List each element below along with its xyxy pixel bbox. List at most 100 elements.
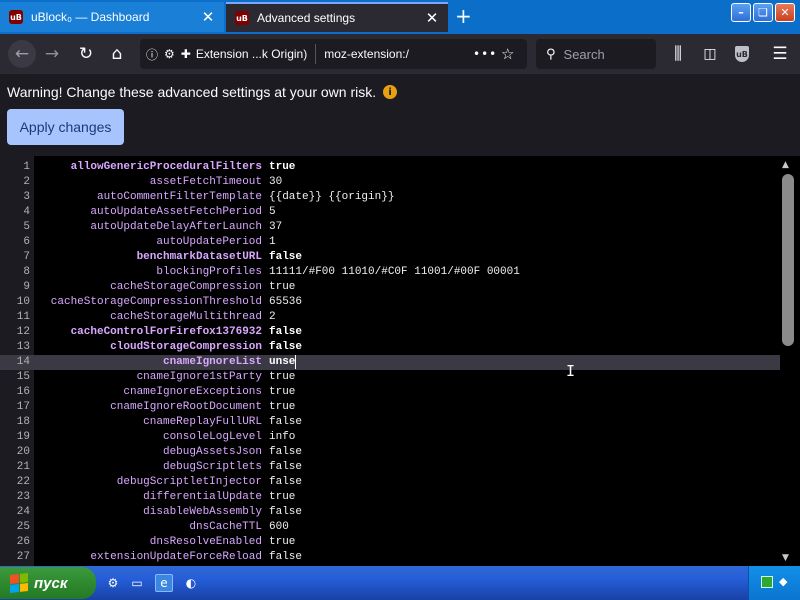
- setting-value[interactable]: true: [269, 535, 295, 550]
- search-input[interactable]: ⚲ Search: [536, 39, 656, 69]
- setting-value[interactable]: unse: [269, 355, 295, 370]
- setting-value[interactable]: {{date}} {{origin}}: [269, 190, 394, 205]
- explorer-icon[interactable]: ⚙: [104, 574, 122, 592]
- info-circle-icon[interactable]: ⓘ: [146, 46, 158, 63]
- setting-value[interactable]: false: [269, 340, 302, 355]
- setting-row[interactable]: 27 extensionUpdateForceReload false: [0, 550, 780, 565]
- scrollbar-thumb[interactable]: [782, 174, 794, 346]
- text-cursor-icon: I: [566, 362, 576, 380]
- internet-explorer-icon[interactable]: e: [155, 574, 173, 592]
- setting-row[interactable]: 6 autoUpdatePeriod 1: [0, 235, 780, 250]
- bookmark-star-icon[interactable]: ☆: [501, 45, 514, 63]
- setting-value[interactable]: false: [269, 445, 302, 460]
- setting-row[interactable]: 10 cacheStorageCompressionThreshold 65536: [0, 295, 780, 310]
- setting-row[interactable]: 22 debugScriptletInjector false: [0, 475, 780, 490]
- line-number: 23: [16, 491, 30, 503]
- url-bar[interactable]: ⓘ ⚙ ✚ Extension ...k Origin) moz-extensi…: [140, 39, 527, 69]
- setting-row[interactable]: 21 debugScriptlets false: [0, 460, 780, 475]
- setting-value[interactable]: false: [269, 550, 302, 565]
- setting-row[interactable]: 26 dnsResolveEnabled true: [0, 535, 780, 550]
- setting-row[interactable]: 4 autoUpdateAssetFetchPeriod 5: [0, 205, 780, 220]
- ublock-shield-icon[interactable]: uB: [730, 42, 754, 66]
- setting-key: autoCommentFilterTemplate: [96, 191, 262, 203]
- setting-row[interactable]: 9 cacheStorageCompression true: [0, 280, 780, 295]
- url-text[interactable]: moz-extension:/: [324, 47, 409, 61]
- setting-value[interactable]: true: [269, 385, 295, 400]
- setting-value[interactable]: 2: [269, 310, 276, 325]
- setting-row[interactable]: 15 cnameIgnore1stParty true: [0, 370, 780, 385]
- setting-row[interactable]: 17 cnameIgnoreRootDocument true: [0, 400, 780, 415]
- settings-lines[interactable]: 1 allowGenericProceduralFilters true 2 asset…: [0, 160, 780, 565]
- apply-changes-button[interactable]: Apply changes: [7, 109, 124, 145]
- window-close-icon[interactable]: ✕: [775, 3, 795, 22]
- reload-icon[interactable]: ↻: [74, 42, 98, 66]
- setting-value[interactable]: true: [269, 400, 295, 415]
- setting-value[interactable]: 600: [269, 520, 289, 535]
- setting-value[interactable]: false: [269, 250, 302, 265]
- page-actions-more-icon[interactable]: •••: [473, 47, 497, 61]
- setting-row[interactable]: 13 cloudStorageCompression false: [0, 340, 780, 355]
- settings-editor[interactable]: 1 allowGenericProceduralFilters true 2 asset…: [0, 156, 800, 566]
- scroll-up-arrow-icon[interactable]: ▲: [782, 160, 789, 170]
- setting-row[interactable]: 12 cacheControlForFirefox1376932 false: [0, 325, 780, 340]
- setting-row[interactable]: 3 autoCommentFilterTemplate {{date}} {{ori…: [0, 190, 780, 205]
- setting-row[interactable]: 8 blockingProfiles 11111/#F00 11010/#C0F 1…: [0, 265, 780, 280]
- system-tray: ◆: [748, 566, 800, 600]
- setting-value[interactable]: 11111/#F00 11010/#C0F 11001/#00F 00001: [269, 265, 520, 280]
- setting-row[interactable]: 23 differentialUpdate true: [0, 490, 780, 505]
- setting-row[interactable]: 14 cnameIgnoreList unse: [0, 355, 780, 370]
- forward-arrow-icon[interactable]: →: [40, 42, 64, 66]
- setting-row[interactable]: 19 consoleLogLevel info: [0, 430, 780, 445]
- setting-value[interactable]: true: [269, 370, 295, 385]
- setting-value[interactable]: 65536: [269, 295, 302, 310]
- hamburger-menu-icon[interactable]: ☰: [768, 42, 792, 66]
- close-icon[interactable]: ✕: [422, 9, 442, 27]
- setting-row[interactable]: 25 dnsCacheTTL 600: [0, 520, 780, 535]
- setting-value[interactable]: info: [269, 430, 295, 445]
- setting-value[interactable]: 1: [269, 235, 276, 250]
- setting-row[interactable]: 1 allowGenericProceduralFilters true: [0, 160, 780, 175]
- close-icon[interactable]: ✕: [198, 8, 218, 26]
- vertical-scrollbar[interactable]: ▲ ▼: [780, 156, 796, 566]
- setting-row[interactable]: 18 cnameReplayFullURL false: [0, 415, 780, 430]
- setting-row[interactable]: 2 assetFetchTimeout 30: [0, 175, 780, 190]
- setting-value[interactable]: false: [269, 415, 302, 430]
- firefox-icon[interactable]: ◐: [182, 574, 200, 592]
- maximize-icon[interactable]: ❏: [753, 3, 773, 22]
- setting-value[interactable]: true: [269, 490, 295, 505]
- home-icon[interactable]: ⌂: [105, 42, 129, 66]
- sidebar-icon[interactable]: ◫: [698, 42, 722, 66]
- back-arrow-icon[interactable]: ←: [8, 40, 36, 68]
- setting-key: cacheStorageCompression: [110, 281, 262, 293]
- show-desktop-icon[interactable]: ▭: [128, 574, 146, 592]
- new-tab-plus-icon[interactable]: +: [455, 4, 472, 28]
- setting-value[interactable]: false: [269, 475, 302, 490]
- line-number: 5: [23, 221, 30, 233]
- library-icon[interactable]: ⫼: [666, 42, 690, 66]
- info-icon[interactable]: i: [383, 85, 398, 99]
- setting-value[interactable]: 5: [269, 205, 276, 220]
- minimize-icon[interactable]: –: [731, 3, 751, 22]
- setting-row[interactable]: 24 disableWebAssembly false: [0, 505, 780, 520]
- tab-dashboard[interactable]: uB uBlock₀ — Dashboard ✕: [0, 2, 224, 32]
- line-number: 19: [16, 431, 30, 443]
- setting-row[interactable]: 7 benchmarkDatasetURL false: [0, 250, 780, 265]
- tray-network-icon[interactable]: ◆: [779, 575, 787, 588]
- setting-value[interactable]: false: [269, 325, 302, 340]
- tab-advanced-settings[interactable]: uB Advanced settings ✕: [226, 2, 448, 32]
- identity-label[interactable]: Extension ...k Origin): [196, 44, 317, 64]
- setting-row[interactable]: 11 cacheStorageMultithread 2: [0, 310, 780, 325]
- setting-row[interactable]: 16 cnameIgnoreExceptions true: [0, 385, 780, 400]
- setting-value[interactable]: true: [269, 280, 295, 295]
- tray-app-icon[interactable]: [761, 576, 773, 588]
- setting-value[interactable]: false: [269, 505, 302, 520]
- scroll-down-arrow-icon[interactable]: ▼: [782, 553, 789, 563]
- setting-value[interactable]: false: [269, 460, 302, 475]
- setting-value[interactable]: 37: [269, 220, 282, 235]
- permissions-icon[interactable]: ⚙: [164, 47, 175, 61]
- setting-value[interactable]: true: [269, 160, 295, 175]
- start-button[interactable]: пуск: [0, 567, 96, 599]
- setting-row[interactable]: 5 autoUpdateDelayAfterLaunch 37: [0, 220, 780, 235]
- setting-value[interactable]: 30: [269, 175, 282, 190]
- setting-row[interactable]: 20 debugAssetsJson false: [0, 445, 780, 460]
